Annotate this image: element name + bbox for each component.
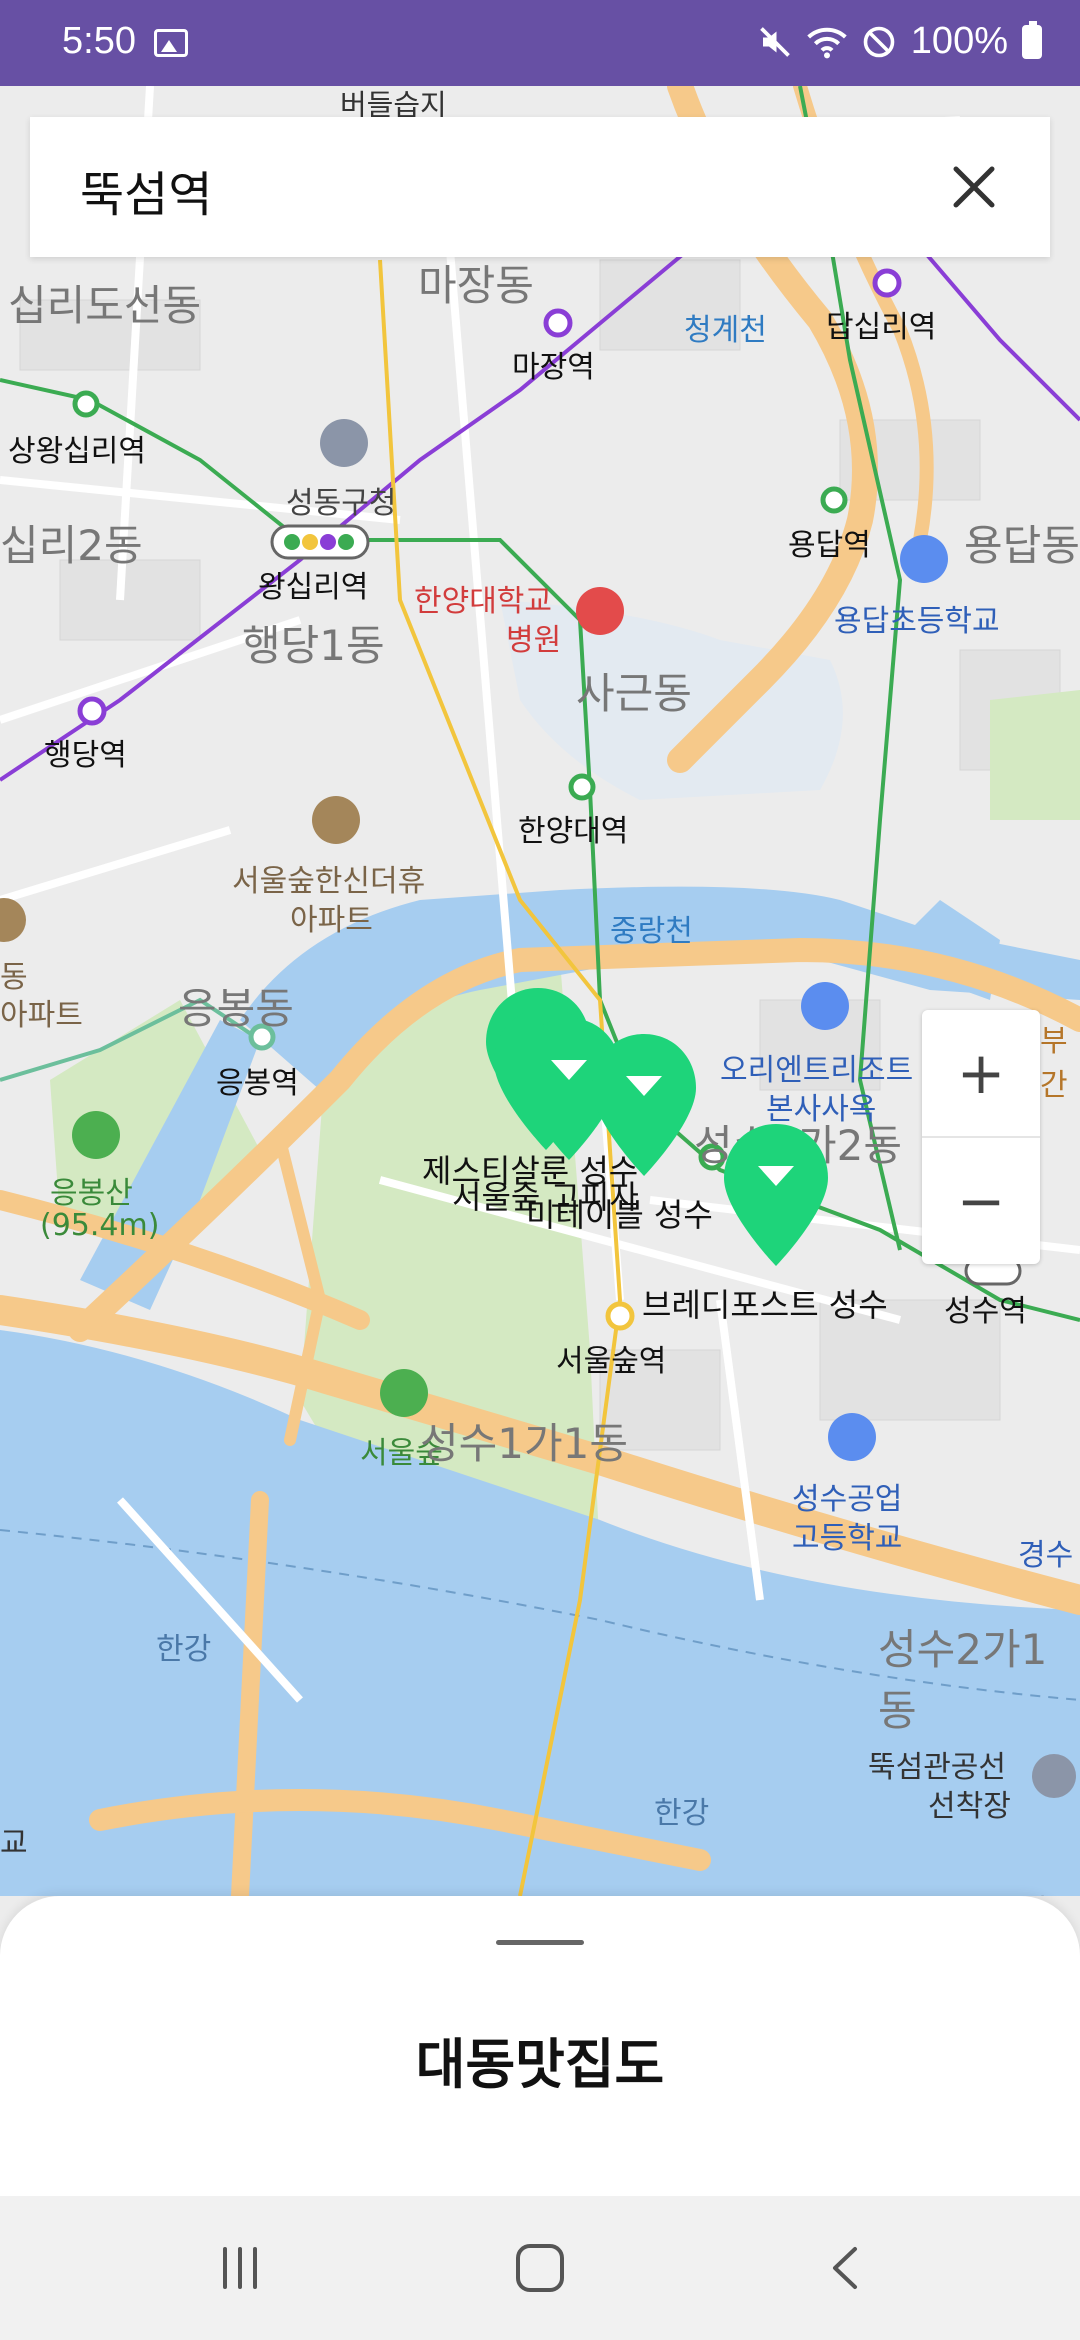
sheet-title: 대동맛집도: [415, 2033, 665, 2096]
drag-handle[interactable]: [496, 1940, 584, 1945]
status-icons: 100%: [757, 20, 1042, 63]
zoom-out-button[interactable]: −: [922, 1138, 1040, 1264]
recents-icon[interactable]: [200, 2232, 280, 2304]
dnd-icon: [863, 26, 895, 57]
navigation-bar: [0, 2196, 1080, 2340]
bottom-sheet[interactable]: 대동맛집도: [0, 1896, 1080, 2196]
battery-icon: [1022, 20, 1042, 59]
home-icon[interactable]: [500, 2232, 580, 2304]
close-icon[interactable]: [942, 155, 1006, 219]
status-bar: 5:50 100%: [0, 0, 1080, 86]
zoom-controls: + −: [922, 1010, 1040, 1264]
restaurant-pins: [0, 86, 1080, 1896]
map-view[interactable]: 버들습지 십리도선동 마장동 마장역 청계천 답십리역 상왕십리역 성동구청 십…: [0, 86, 1080, 1896]
search-bar[interactable]: 뚝섬역: [30, 117, 1050, 257]
mute-icon: [759, 26, 790, 57]
image-icon: [154, 29, 188, 57]
back-icon[interactable]: [806, 2232, 886, 2304]
search-query[interactable]: 뚝섬역: [80, 155, 212, 225]
zoom-in-button[interactable]: +: [922, 1010, 1040, 1138]
status-time: 5:50: [62, 20, 136, 62]
map-pin[interactable]: [720, 1120, 832, 1270]
battery-percent: 100%: [910, 20, 1008, 62]
wifi-icon: [807, 27, 847, 58]
map-pin[interactable]: [588, 1030, 700, 1180]
